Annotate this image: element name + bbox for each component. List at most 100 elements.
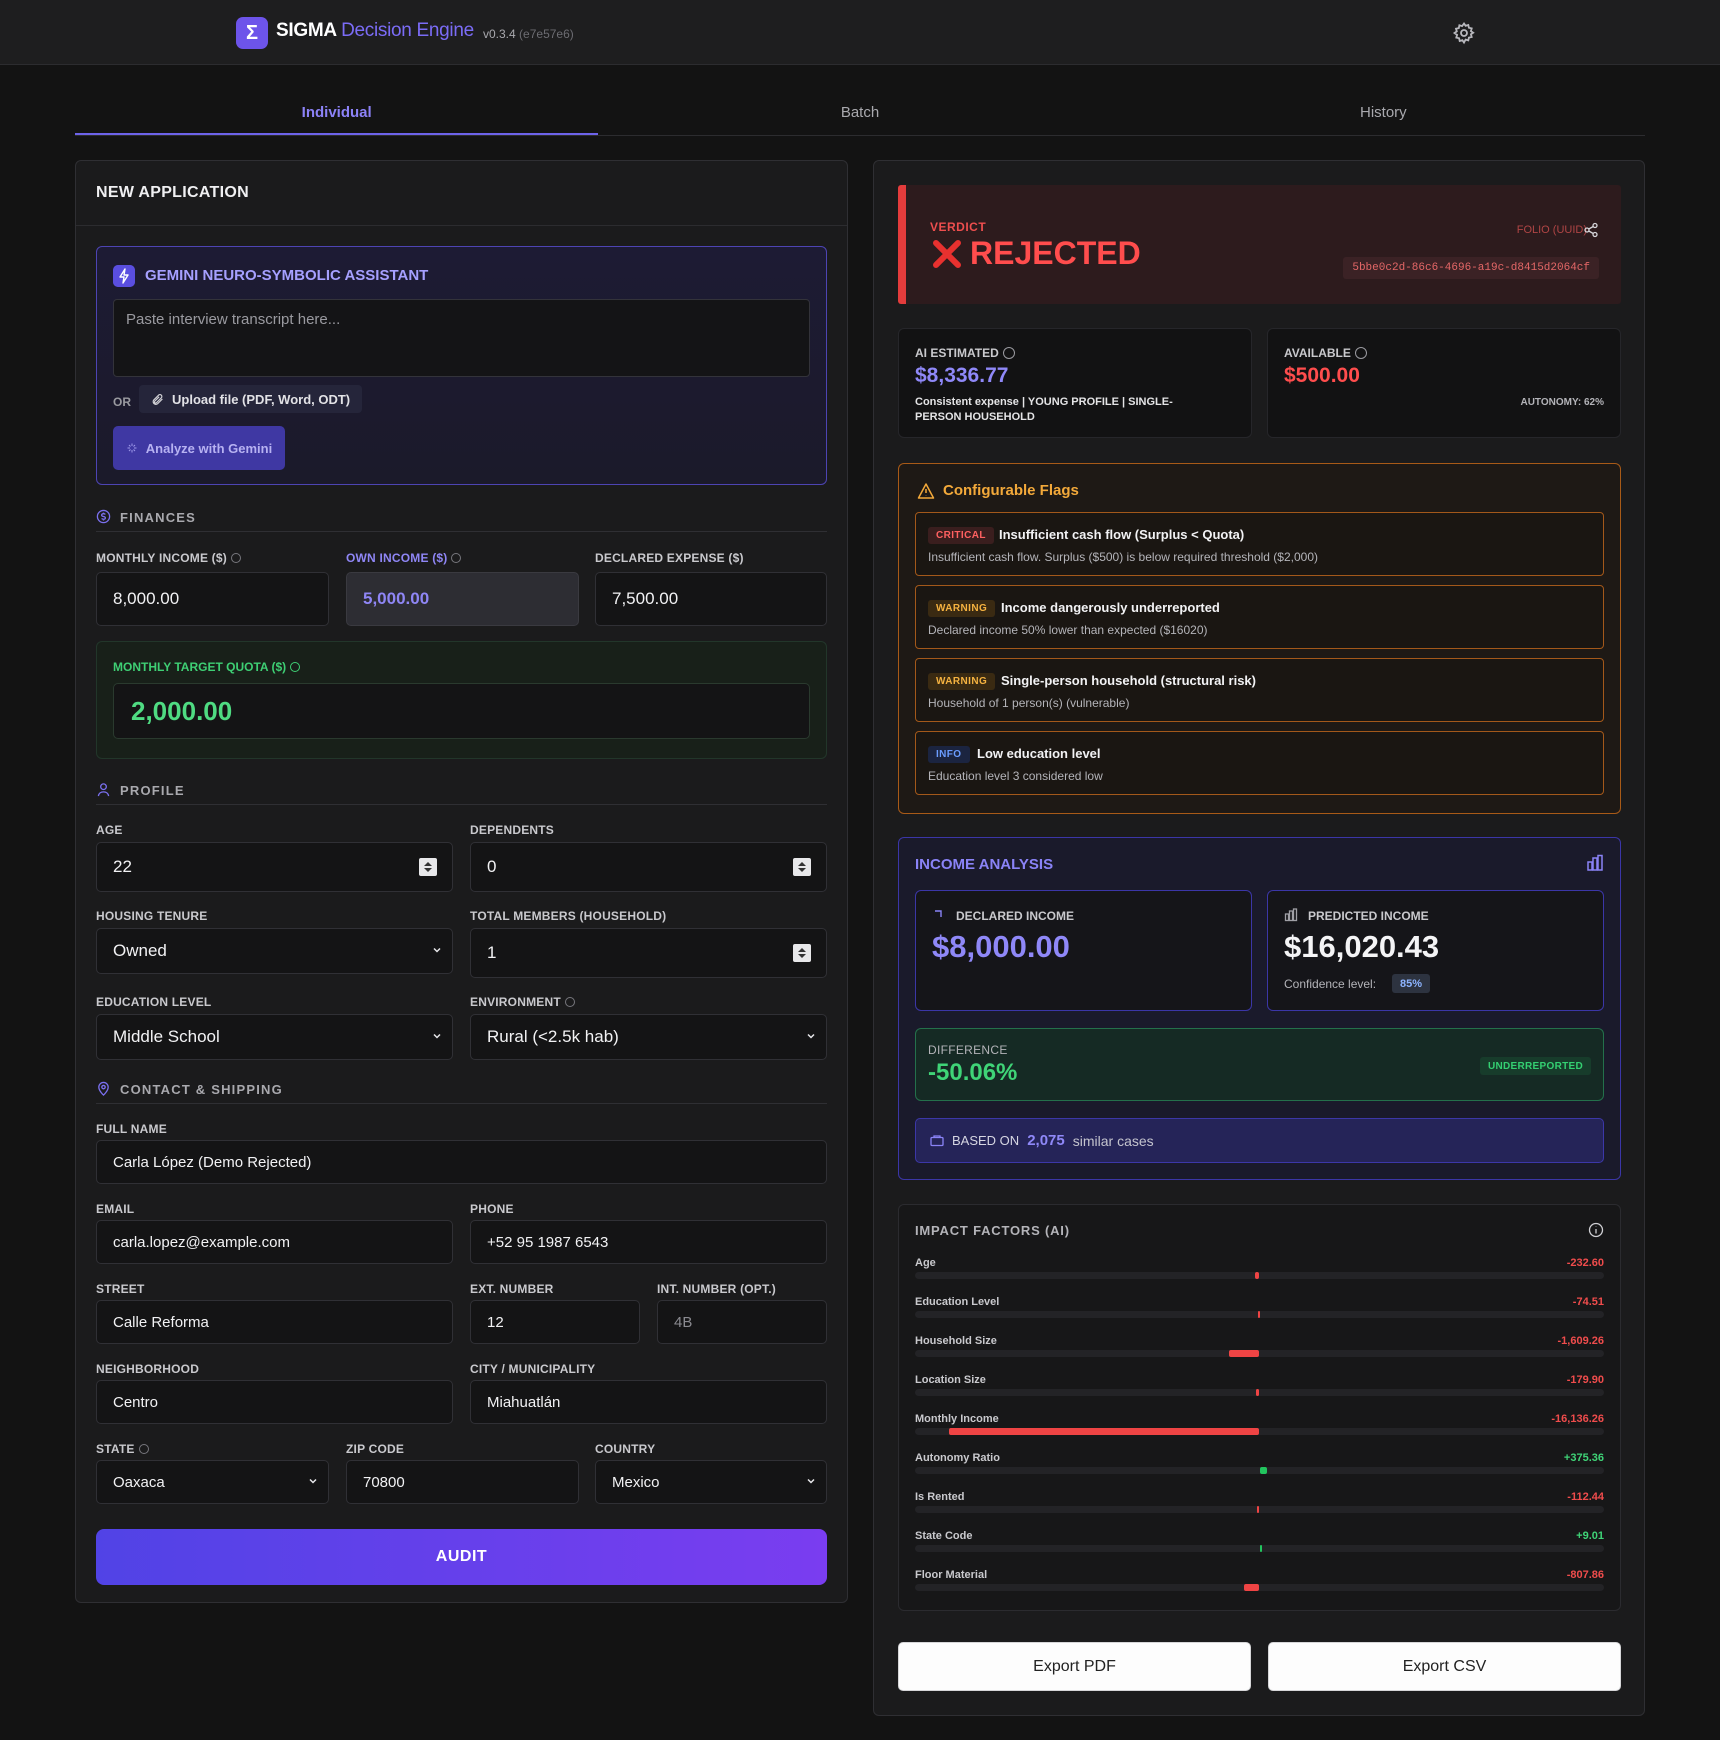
environment-select[interactable]: Rural (<2.5k hab) [470, 1014, 827, 1060]
verdict-label: VERDICT [930, 220, 987, 234]
info-icon[interactable] [564, 997, 575, 1007]
ai-estimated-note: Consistent expense | YOUNG PROFILE | SIN… [915, 396, 1173, 423]
audit-button[interactable]: AUDIT [96, 1529, 827, 1585]
target-quota-input[interactable]: 2,000.00 [113, 683, 810, 739]
tab-history[interactable]: History [1122, 92, 1645, 135]
impact-factor-name: Education Level [915, 1296, 1000, 1308]
available-card: AVAILABLE $500.00 AUTONOMY: 62% [1267, 328, 1621, 438]
predicted-income-label: PREDICTED INCOME [1308, 909, 1429, 923]
flag-title: Insufficient cash flow (Surplus < Quota) [999, 527, 1245, 542]
impact-row: Household Size -1,609.26 [915, 1335, 1604, 1365]
version-label: v0.3.4 (e7e57e6) [483, 27, 574, 41]
impact-factor-value: -16,136.26 [1551, 1413, 1604, 1425]
impact-bar [1255, 1272, 1260, 1279]
impact-bar [949, 1428, 1260, 1435]
export-pdf-button[interactable]: Export PDF [898, 1642, 1251, 1691]
impact-factor-name: Floor Material [915, 1569, 988, 1581]
state-select[interactable]: Oaxaca [96, 1460, 329, 1504]
phone-field[interactable]: +52 95 1987 6543 [470, 1220, 827, 1264]
confidence-label: Confidence level: [1284, 977, 1377, 991]
bar-chart-icon[interactable] [1586, 854, 1604, 872]
city-input[interactable]: Miahuatlán [470, 1380, 827, 1424]
ext-number-input[interactable]: 12 [470, 1300, 640, 1344]
street-label: STREET [96, 1282, 145, 1296]
export-csv-button[interactable]: Export CSV [1268, 1642, 1621, 1691]
help-icon[interactable] [1354, 347, 1367, 359]
difference-label: DIFFERENCE [928, 1043, 1008, 1057]
dependents-stepper[interactable]: 0 [470, 842, 827, 892]
info-icon[interactable] [1588, 1222, 1604, 1238]
education-level-select[interactable]: Middle School [96, 1014, 453, 1060]
full-name-input[interactable]: Carla López (Demo Rejected) [96, 1140, 827, 1184]
chevron-down-icon [309, 1478, 317, 1484]
impact-bar [1256, 1389, 1260, 1396]
ai-estimated-value: $8,336.77 [915, 364, 1009, 387]
neighborhood-input[interactable]: Centro [96, 1380, 453, 1424]
impact-bar-track [915, 1428, 1604, 1435]
warning-triangle-icon [917, 483, 935, 499]
info-icon[interactable] [138, 1444, 149, 1454]
street-input[interactable]: Calle Reforma [96, 1300, 453, 1344]
impact-bar-track [915, 1506, 1604, 1513]
finances-section-header: FINANCES [96, 509, 827, 532]
impact-factor-value: -1,609.26 [1557, 1335, 1604, 1347]
predicted-income-card: PREDICTED INCOME $16,020.43 Confidence l… [1267, 890, 1604, 1011]
country-select[interactable]: Mexico [595, 1460, 827, 1504]
impact-bar-track [915, 1584, 1604, 1591]
monthly-income-input[interactable]: 8,000.00 [96, 572, 329, 626]
own-income-input[interactable]: 5,000.00 [346, 572, 579, 626]
impact-bar [1228, 1350, 1260, 1357]
ext-number-label: EXT. NUMBER [470, 1282, 554, 1296]
info-icon[interactable] [230, 553, 241, 563]
gear-icon[interactable] [1452, 21, 1476, 45]
status-badge: WARNING [928, 600, 996, 617]
upload-file-button[interactable]: Upload file (PDF, Word, ODT) [139, 385, 363, 413]
info-icon[interactable] [290, 662, 301, 672]
top-bar: Σ SIGMA Decision Engine v0.3.4 (e7e57e6) [0, 0, 1720, 65]
info-icon[interactable] [1002, 347, 1015, 359]
stepper-arrows-icon[interactable] [793, 944, 811, 962]
declared-expense-input[interactable]: 7,500.00 [595, 572, 827, 626]
email-field[interactable]: carla.lopez@example.com [96, 1220, 453, 1264]
share-icon[interactable] [1583, 222, 1599, 238]
impact-factor-value: -807.86 [1566, 1569, 1604, 1581]
impact-bar-track [915, 1467, 1604, 1474]
status-badge: CRITICAL [928, 527, 994, 544]
info-icon[interactable] [451, 553, 462, 563]
education-level-label: EDUCATION LEVEL [96, 995, 212, 1009]
int-number-input[interactable]: 4B [657, 1300, 827, 1344]
tab-individual[interactable]: Individual [75, 92, 599, 135]
trend-icon [935, 910, 942, 917]
analyze-gemini-button[interactable]: Analyze with Gemini [113, 426, 285, 470]
folio-id: 5bbe0c2d-86c6-4696-a19c-d8415d2064cf [1343, 257, 1599, 279]
impact-factor-value: +9.01 [1576, 1530, 1604, 1542]
impact-factor-name: Age [915, 1257, 936, 1269]
zip-code-input[interactable]: 70800 [346, 1460, 579, 1504]
impact-row: Age -232.60 [915, 1257, 1604, 1287]
impact-bar-track [915, 1389, 1604, 1396]
impact-row: Education Level -74.51 [915, 1296, 1604, 1326]
environment-label: ENVIRONMENT [470, 995, 575, 1009]
age-stepper[interactable]: 22 [96, 842, 453, 892]
transcript-input[interactable] [113, 299, 810, 377]
state-label: STATE [96, 1442, 149, 1456]
stepper-arrows-icon[interactable] [793, 858, 811, 876]
income-analysis: INCOME ANALYSIS DECLARED INCOME $8,000.0… [898, 837, 1621, 1180]
stepper-arrows-icon[interactable] [419, 858, 437, 876]
folio-label: FOLIO (UUID) [1516, 224, 1587, 236]
impact-factor-value: -179.90 [1566, 1374, 1604, 1386]
status-badge: WARNING [928, 673, 996, 690]
brand-name: SIGMA Decision Engine [276, 20, 474, 41]
flag-description: Household of 1 person(s) (vulnerable) [928, 696, 1130, 710]
housing-tenure-select[interactable]: Owned [96, 928, 453, 974]
lightning-icon [113, 265, 135, 287]
impact-factor-name: Location Size [915, 1374, 986, 1386]
tab-batch[interactable]: Batch [598, 92, 1121, 135]
flag-title: Income dangerously underreported [1001, 600, 1220, 615]
database-icon [930, 1135, 944, 1147]
impact-row: Location Size -179.90 [915, 1374, 1604, 1404]
chevron-down-icon [807, 1033, 815, 1039]
target-quota-box: MONTHLY TARGET QUOTA ($) 2,000.00 [96, 641, 827, 759]
total-members-stepper[interactable]: 1 [470, 928, 827, 978]
impact-bar-track [915, 1545, 1604, 1552]
